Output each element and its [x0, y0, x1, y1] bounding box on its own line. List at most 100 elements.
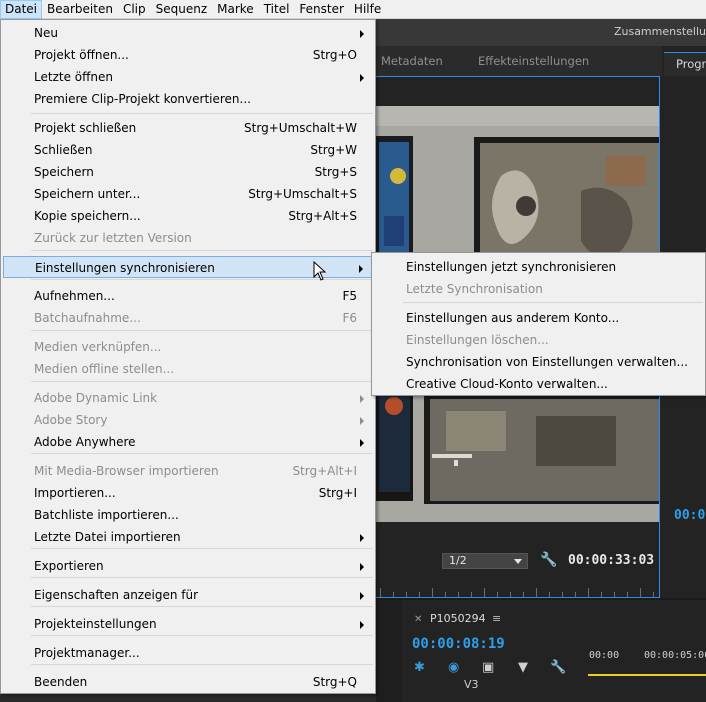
panel-tab-bar: Metadaten Effekteinstellungen: [376, 46, 662, 76]
menu-item-letzte-datei-importieren[interactable]: Letzte Datei importieren: [3, 526, 373, 548]
chevron-right-icon: [360, 534, 364, 542]
menu-item-label: Beenden: [34, 675, 88, 689]
shortcut-label: Strg+Alt+S: [288, 209, 357, 223]
timeline-timecode[interactable]: 00:00:08:19: [412, 636, 505, 652]
workspace-label[interactable]: Zusammenstellu: [614, 25, 706, 38]
menu-item-speichern[interactable]: Speichern Strg+S: [3, 161, 373, 183]
chevron-right-icon: [360, 30, 364, 38]
wrench-icon[interactable]: 🔧: [550, 660, 566, 675]
menu-item-label: Letzte Datei importieren: [34, 530, 181, 544]
menu-item-batchliste-importieren[interactable]: Batchliste importieren...: [3, 504, 373, 526]
menu-item-speichern-unter[interactable]: Speichern unter... Strg+Umschalt+S: [3, 183, 373, 205]
menu-item-adobe-story: Adobe Story: [3, 409, 373, 431]
chevron-right-icon: [360, 395, 364, 403]
sequence-name[interactable]: P1050294: [430, 612, 486, 625]
menu-item-batchaufnahme: Batchaufnahme... F6: [3, 307, 373, 329]
close-icon[interactable]: ✕: [414, 614, 422, 625]
menu-clip[interactable]: Clip: [118, 0, 151, 19]
menu-item-medien-offline-stellen: Medien offline stellen...: [3, 358, 373, 380]
menu-item-label: Speichern: [34, 165, 94, 179]
chevron-right-icon: [360, 74, 364, 82]
linked-selection-icon[interactable]: ◉: [448, 660, 459, 675]
menu-bearbeiten[interactable]: Bearbeiten: [42, 0, 118, 19]
chevron-right-icon: [360, 563, 364, 571]
menu-titel[interactable]: Titel: [259, 0, 295, 19]
menu-item-importieren[interactable]: Importieren... Strg+I: [3, 482, 373, 504]
mouse-cursor-icon: [313, 261, 327, 281]
shortcut-label: Strg+Q: [312, 675, 357, 689]
file-menu: Neu Projekt öffnen... Strg+O Letzte öffnen P…: [0, 19, 376, 694]
menu-item-adobe-anywhere[interactable]: Adobe Anywhere: [3, 431, 373, 453]
menu-separator: [31, 381, 373, 382]
program-timecode[interactable]: 00:0: [674, 508, 705, 523]
menu-item-eigenschaften-anzeigen-für[interactable]: Eigenschaften anzeigen für: [3, 584, 373, 606]
menu-fenster[interactable]: Fenster: [294, 0, 349, 19]
menu-item-label: Kopie speichern...: [34, 209, 141, 223]
submenu-item-letzte-synchronisation: Letzte Synchronisation: [374, 278, 705, 300]
tab-effekteinstellungen[interactable]: Effekteinstellungen: [478, 54, 589, 68]
menu-item-label: Projekt öffnen...: [34, 48, 129, 62]
tab-metadaten[interactable]: Metadaten: [381, 54, 443, 68]
menu-item-medien-verknüpfen: Medien verknüpfen...: [3, 336, 373, 358]
marker-icon[interactable]: ▼: [518, 660, 528, 675]
menu-item-label: Batchliste importieren...: [34, 508, 179, 522]
menu-item-mit-media-browser-importieren: Mit Media-Browser importieren Strg+Alt+I: [3, 460, 373, 482]
menu-item-label: Einstellungen synchronisieren: [35, 261, 215, 275]
menu-separator: [31, 453, 373, 454]
menu-item-letzte-öffnen[interactable]: Letzte öffnen: [3, 66, 373, 88]
shortcut-label: Strg+Umschalt+S: [248, 187, 357, 201]
submenu-item-einstellungen-aus-anderem-konto[interactable]: Einstellungen aus anderem Konto...: [374, 307, 705, 329]
ruler-label: 00:00:05:00: [644, 650, 706, 661]
menu-datei[interactable]: Datei: [0, 0, 43, 19]
menu-item-label: Projektmanager...: [34, 646, 140, 660]
menu-separator: [31, 250, 373, 251]
menu-item-beenden[interactable]: Beenden Strg+Q: [3, 671, 373, 693]
menu-marke[interactable]: Marke: [212, 0, 259, 19]
chevron-right-icon: [360, 621, 364, 629]
menu-item-label: Importieren...: [34, 486, 116, 500]
menu-item-projekteinstellungen[interactable]: Projekteinstellungen: [3, 613, 373, 635]
snap-icon[interactable]: ✱: [414, 660, 425, 675]
menu-separator: [31, 113, 373, 114]
submenu-item-synchronisation-von-einstellungen-verwalten[interactable]: Synchronisation von Einstellungen verwal…: [374, 351, 705, 373]
submenu-item-label: Einstellungen löschen...: [406, 333, 549, 347]
panel-menu-icon[interactable]: ≡: [492, 612, 501, 625]
menu-item-schließen[interactable]: Schließen Strg+W: [3, 139, 373, 161]
menu-item-label: Projekt schließen: [34, 121, 137, 135]
menu-item-label: Medien offline stellen...: [34, 362, 175, 376]
menu-sequenz[interactable]: Sequenz: [151, 0, 213, 19]
menu-item-projekt-schließen[interactable]: Projekt schließen Strg+Umschalt+W: [3, 117, 373, 139]
menu-item-label: Adobe Story: [34, 413, 108, 427]
add-marker-icon[interactable]: ▣: [482, 660, 494, 675]
menu-item-label: Adobe Anywhere: [34, 435, 136, 449]
menu-item-label: Eigenschaften anzeigen für: [34, 588, 199, 602]
submenu-item-label: Einstellungen aus anderem Konto...: [406, 311, 620, 325]
menu-item-kopie-speichern[interactable]: Kopie speichern... Strg+Alt+S: [3, 205, 373, 227]
menu-item-label: Mit Media-Browser importieren: [34, 464, 219, 478]
menu-item-projekt-öffnen[interactable]: Projekt öffnen... Strg+O: [3, 44, 373, 66]
shortcut-label: F5: [342, 289, 357, 303]
timeline-panel: ✕ P1050294 ≡ 00:00:08:19 ✱ ◉ ▣ ▼ 🔧 00:00…: [376, 598, 706, 702]
tab-program[interactable]: Progra: [664, 52, 706, 76]
menu-separator: [31, 664, 373, 665]
menu-separator: [31, 635, 373, 636]
work-area-bar[interactable]: [588, 674, 706, 676]
shortcut-label: Strg+I: [318, 486, 357, 500]
menu-item-exportieren[interactable]: Exportieren: [3, 555, 373, 577]
menu-item-label: Speichern unter...: [34, 187, 141, 201]
menu-item-label: Letzte öffnen: [34, 70, 113, 84]
shortcut-label: F6: [342, 311, 357, 325]
menu-hilfe[interactable]: Hilfe: [349, 0, 386, 19]
menu-item-projektmanager[interactable]: Projektmanager...: [3, 642, 373, 664]
tools-strip: [376, 600, 402, 702]
menu-item-aufnehmen[interactable]: Aufnehmen... F5: [3, 285, 373, 307]
menu-item-neu[interactable]: Neu: [3, 22, 373, 44]
menu-item-label: Aufnehmen...: [34, 289, 115, 303]
submenu-item-label: Creative Cloud-Konto verwalten...: [406, 377, 608, 391]
menu-item-label: Adobe Dynamic Link: [34, 391, 158, 405]
submenu-item-creative-cloud-konto-verwalten[interactable]: Creative Cloud-Konto verwalten...: [374, 373, 705, 395]
menu-item-premiere-clip-projekt-konvertieren[interactable]: Premiere Clip-Projekt konvertieren...: [3, 88, 373, 110]
shortcut-label: Strg+O: [312, 48, 357, 62]
submenu-item-einstellungen-jetzt-synchronisieren[interactable]: Einstellungen jetzt synchronisieren: [374, 256, 705, 278]
chevron-right-icon: [359, 265, 363, 273]
